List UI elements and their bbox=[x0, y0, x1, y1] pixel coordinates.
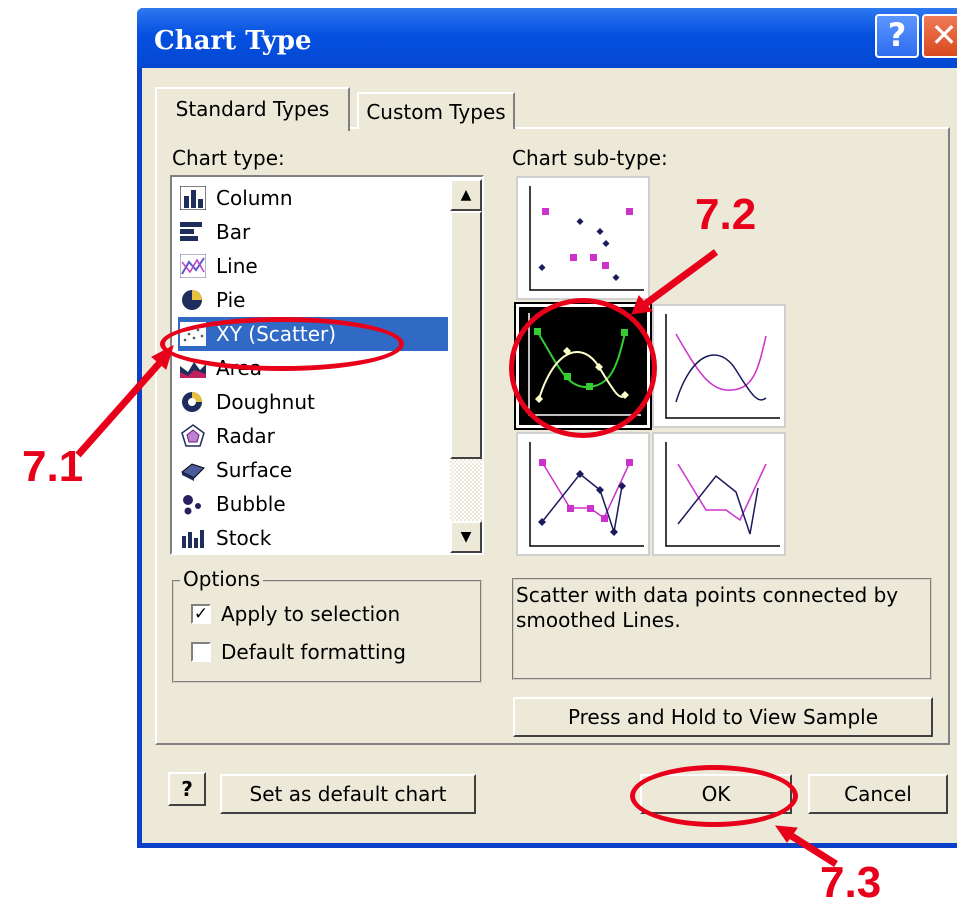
highlight-ring-subtype bbox=[509, 298, 657, 438]
tab-standard-types[interactable]: Standard Types bbox=[155, 87, 350, 131]
annotation-label-7-1: 7.1 bbox=[22, 442, 84, 491]
highlight-ring-scatter bbox=[160, 317, 404, 371]
highlight-ring-ok bbox=[630, 765, 798, 827]
annotation-label-7-3: 7.3 bbox=[820, 858, 882, 907]
annotation-label-7-2: 7.2 bbox=[695, 190, 757, 239]
annotation-arrows bbox=[75, 249, 838, 867]
arrow-7-1-shaft bbox=[75, 355, 167, 458]
arrow-7-2-shaft bbox=[641, 249, 719, 308]
